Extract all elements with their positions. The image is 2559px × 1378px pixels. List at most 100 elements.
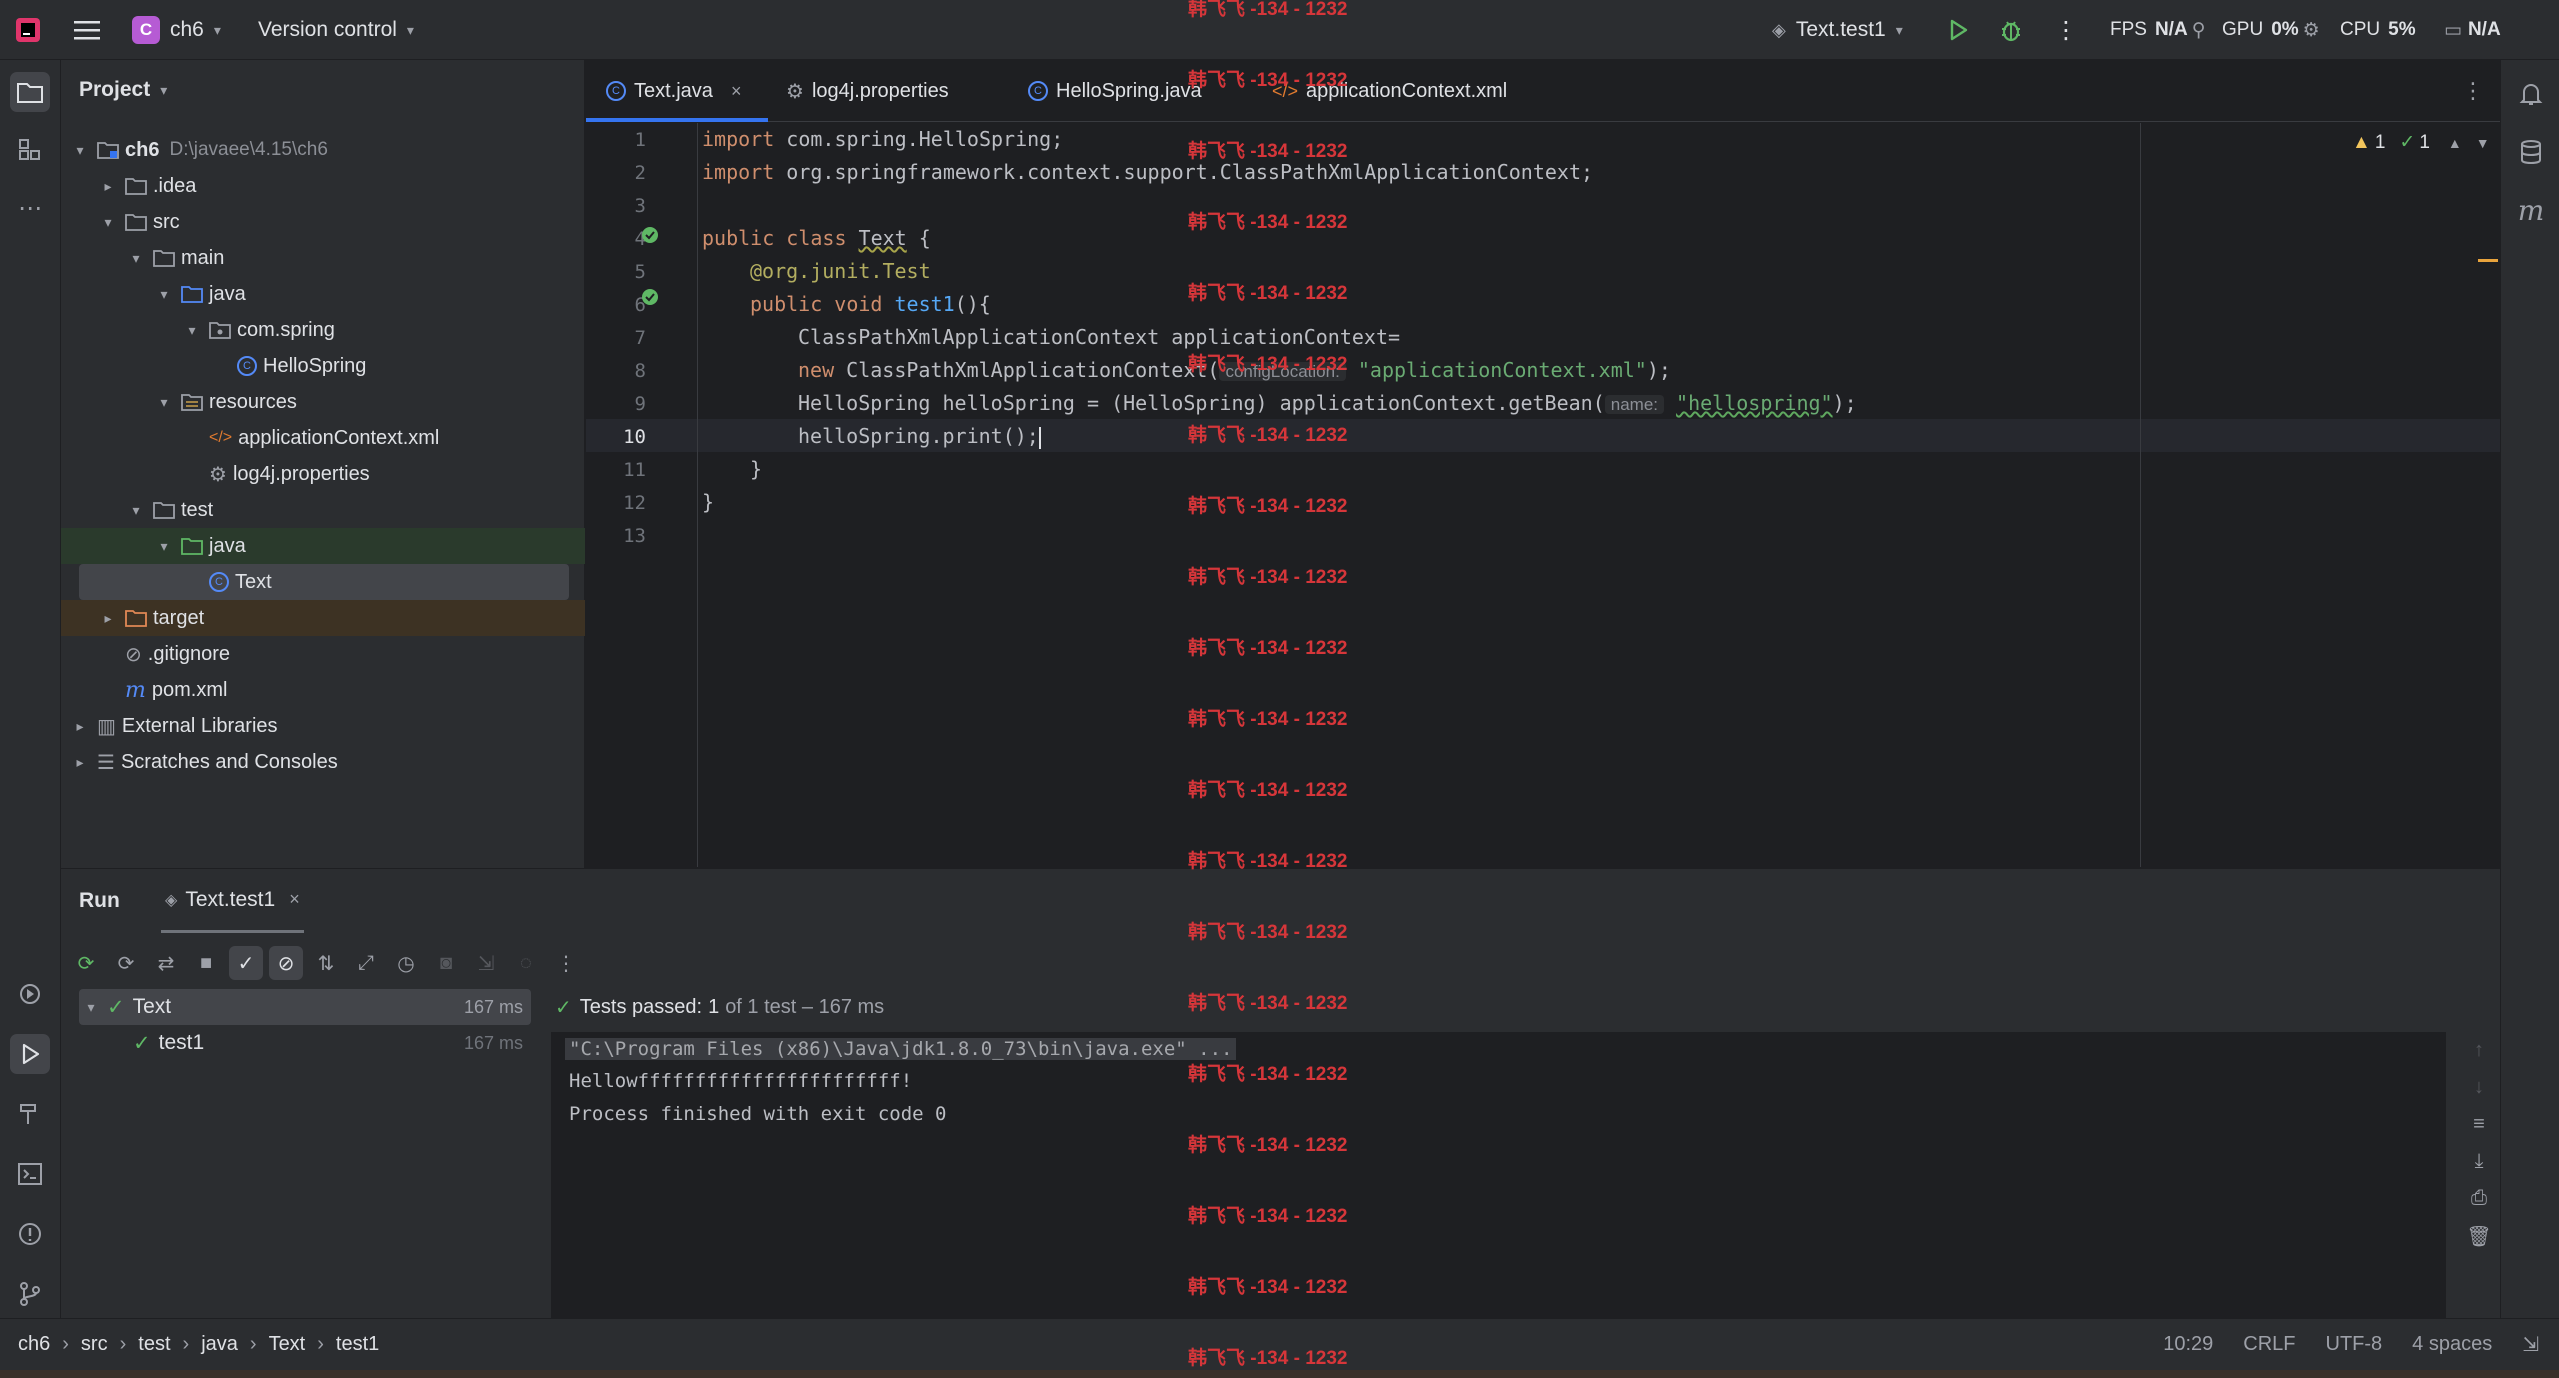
more-tools-button[interactable]: ⋯ <box>10 188 50 228</box>
camera-icon[interactable]: ◙ <box>429 952 463 975</box>
sort-icon[interactable]: ⇅ <box>309 951 343 976</box>
breadcrumb-item[interactable]: ch6 <box>18 1333 50 1356</box>
history-icon[interactable]: ◷ <box>389 951 423 976</box>
readonly-lock-icon[interactable]: ⇲ <box>2522 1332 2539 1357</box>
soft-wrap-icon[interactable]: ≡ <box>2473 1113 2485 1136</box>
breadcrumb: ch6 › src › test › java › Text › test1 <box>18 1333 379 1356</box>
tab-log4j-properties[interactable]: ⚙ log4j.properties <box>786 60 949 122</box>
trash-icon[interactable]: 🗑 <box>2466 1224 2491 1249</box>
show-passed-icon[interactable]: ✓ <box>229 946 263 980</box>
chevron-right-icon[interactable]: ▸ <box>99 178 117 195</box>
problems-tool-button[interactable] <box>10 1214 50 1254</box>
tree-item[interactable]: m pom.xml <box>61 672 585 708</box>
export-icon[interactable]: ⇲ <box>469 951 503 976</box>
indent-setting[interactable]: 4 spaces <box>2412 1333 2492 1356</box>
chevron-down-icon[interactable]: ▼ <box>2476 135 2490 151</box>
run-button[interactable] <box>1946 0 1970 60</box>
chevron-down-icon[interactable]: ▾ <box>155 394 173 411</box>
code-editor[interactable]: 1 2 3 4 5 6 7 8 9 10 11 12 13 ▲ 1 ✓ 1 ▲ ▼ import com… <box>586 123 2500 867</box>
tree-item[interactable]: ▾ src <box>61 204 585 240</box>
tab-more-button[interactable]: ⋮ <box>2462 60 2484 122</box>
rerun-failed-icon[interactable]: ⟳ <box>109 951 143 976</box>
inspection-widget[interactable]: ▲ 1 ✓ 1 ▲ ▼ <box>2352 131 2490 154</box>
show-ignored-icon[interactable]: ⊘ <box>269 946 303 980</box>
chevron-up-icon[interactable]: ▲ <box>2448 135 2462 151</box>
chevron-down-icon[interactable]: ▾ <box>155 286 173 303</box>
tab-applicationcontext-xml[interactable]: </> applicationContext.xml <box>1272 60 1507 122</box>
breadcrumb-item[interactable]: src <box>81 1333 108 1356</box>
chevron-right-icon[interactable]: ▸ <box>99 610 117 627</box>
chevron-down-icon[interactable]: ▾ <box>127 502 145 519</box>
main-menu-button[interactable] <box>74 0 100 60</box>
git-tool-button[interactable] <box>10 1274 50 1314</box>
test-tree-row-method[interactable]: ✓ test1 167 ms <box>79 1025 531 1061</box>
terminal-tool-button[interactable] <box>10 1154 50 1194</box>
import-icon[interactable]: ◌ <box>509 952 543 975</box>
breadcrumb-separator-icon: › <box>62 1333 69 1355</box>
breadcrumb-item[interactable]: Text <box>269 1333 306 1356</box>
print-icon[interactable]: ⎙ <box>2471 1187 2487 1210</box>
project-switcher[interactable]: C ch6 ▾ <box>132 0 221 60</box>
caret-position[interactable]: 10:29 <box>2163 1333 2213 1356</box>
chevron-right-icon[interactable]: ▸ <box>71 718 89 735</box>
ide-logo-icon[interactable] <box>14 0 42 60</box>
tree-item[interactable]: ▾ java <box>61 528 585 564</box>
tree-item[interactable]: ⚙ log4j.properties <box>61 456 585 492</box>
arrow-up-icon[interactable]: ↑ <box>2474 1039 2484 1062</box>
chevron-down-icon[interactable]: ▾ <box>183 322 201 339</box>
run-test-method-gutter-icon[interactable] <box>640 287 662 315</box>
breadcrumb-item[interactable]: test1 <box>336 1333 379 1356</box>
chevron-down-icon[interactable]: ▾ <box>155 538 173 555</box>
vcs-menu[interactable]: Version control ▾ <box>258 0 414 60</box>
chevron-down-icon[interactable]: ▾ <box>127 250 145 267</box>
tree-item[interactable]: ▸ ▥ External Libraries <box>61 708 585 744</box>
maven-tool-button[interactable]: m <box>2511 190 2551 230</box>
breadcrumb-item[interactable]: test <box>138 1333 170 1356</box>
run-test-class-gutter-icon[interactable] <box>640 225 662 253</box>
collapse-icon[interactable]: ⤢ <box>349 952 383 975</box>
chevron-down-icon[interactable]: ▾ <box>99 214 117 231</box>
run-tool-button[interactable] <box>10 1034 50 1074</box>
scroll-to-end-icon[interactable]: ⤓ <box>2475 1150 2484 1173</box>
chevron-down-icon[interactable]: ▾ <box>71 142 89 159</box>
run-tab-text-test1[interactable]: ◈ Text.test1 × <box>161 869 304 933</box>
close-icon[interactable]: × <box>289 889 300 910</box>
test-tree-row-class[interactable]: ▾ ✓ Text 167 ms <box>79 989 531 1025</box>
build-tool-button[interactable] <box>10 1094 50 1134</box>
tree-item[interactable]: ▾ java <box>61 276 585 312</box>
arrow-down-icon[interactable]: ↓ <box>2474 1076 2484 1099</box>
rerun-icon[interactable]: ⟳ <box>69 951 103 976</box>
tree-item[interactable]: ▾ com.spring <box>61 312 585 348</box>
tree-item[interactable]: ⊘ .gitignore <box>61 636 585 672</box>
chevron-right-icon[interactable]: ▸ <box>71 754 89 771</box>
debug-button[interactable] <box>1998 0 2024 60</box>
run-config-selector[interactable]: ◈ Text.test1 ▾ <box>1772 0 1903 60</box>
database-tool-button[interactable] <box>2511 132 2551 172</box>
tab-hellospring-java[interactable]: C HelloSpring.java <box>1028 60 1202 122</box>
tree-item[interactable]: ▸ .idea <box>61 168 585 204</box>
tree-item[interactable]: C HelloSpring <box>61 348 585 384</box>
file-encoding[interactable]: UTF-8 <box>2326 1333 2383 1356</box>
tree-item[interactable]: ▸ target <box>61 600 585 636</box>
line-separator[interactable]: CRLF <box>2243 1333 2295 1356</box>
stop-icon[interactable]: ■ <box>189 952 223 975</box>
more-vertical-icon[interactable]: ⋮ <box>549 951 583 976</box>
console-output[interactable]: "C:\Program Files (x86)\Java\jdk1.8.0_73… <box>551 1032 2446 1319</box>
project-tool-button[interactable] <box>10 72 50 112</box>
notifications-button[interactable] <box>2511 74 2551 114</box>
tab-text-java[interactable]: C Text.java × <box>586 60 768 122</box>
tree-item[interactable]: </> applicationContext.xml <box>61 420 585 456</box>
tree-item[interactable]: C Text <box>79 564 569 600</box>
tree-item[interactable]: ▾ ch6 D:\javaee\4.15\ch6 <box>61 132 585 168</box>
project-panel-header[interactable]: Project ▾ <box>79 78 167 102</box>
tree-item[interactable]: ▾ resources <box>61 384 585 420</box>
toggle-auto-test-icon[interactable]: ⇄ <box>149 951 183 976</box>
tree-item[interactable]: ▾ main <box>61 240 585 276</box>
services-tool-button[interactable] <box>10 974 50 1014</box>
tree-item[interactable]: ▾ test <box>61 492 585 528</box>
more-actions-button[interactable]: ⋮ <box>2054 0 2078 60</box>
structure-tool-button[interactable] <box>10 130 50 170</box>
close-icon[interactable]: × <box>731 81 742 102</box>
tree-item[interactable]: ▸ ☰ Scratches and Consoles <box>61 744 585 780</box>
breadcrumb-item[interactable]: java <box>201 1333 238 1356</box>
